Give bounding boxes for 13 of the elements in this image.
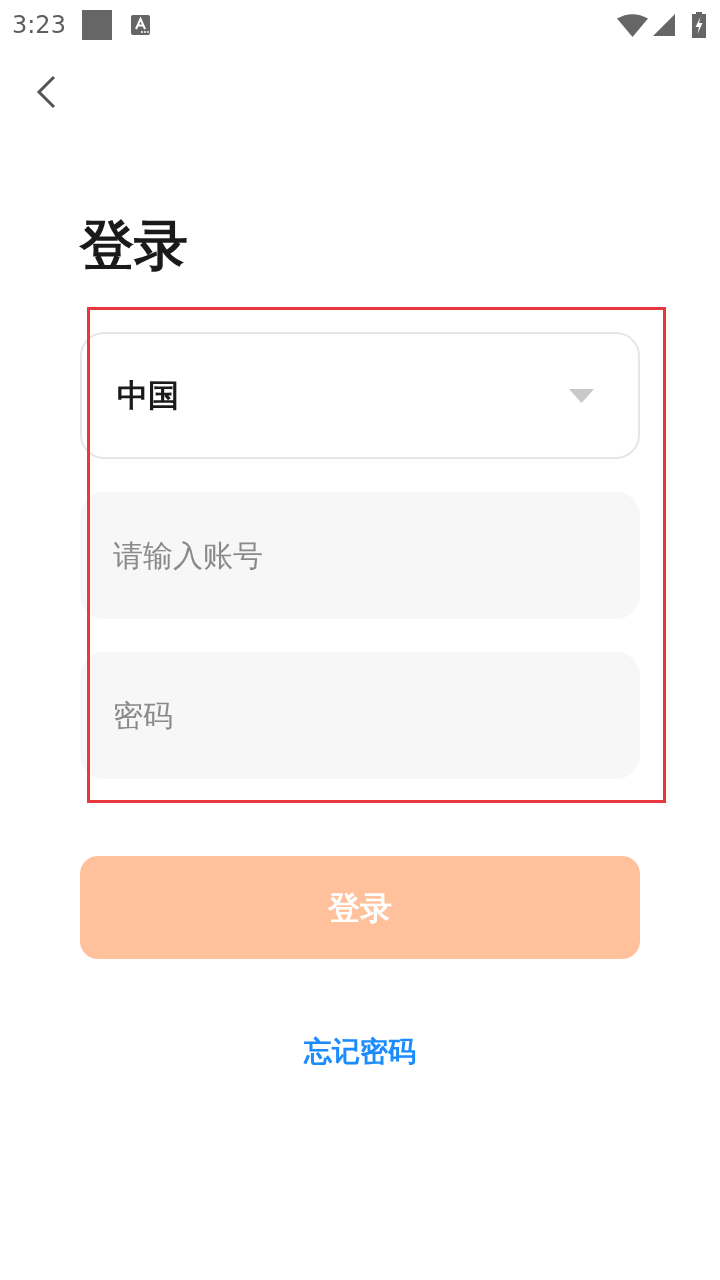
forgot-password-link[interactable]: 忘记密码	[304, 1032, 416, 1072]
account-field[interactable]: 请输入账号	[80, 492, 640, 619]
signal-icon	[653, 14, 675, 36]
caret-down-icon	[569, 388, 594, 403]
page-title: 登录	[80, 214, 189, 278]
notification-square-icon	[81, 10, 112, 40]
wifi-icon	[617, 13, 648, 37]
battery-charging-icon	[692, 12, 706, 38]
country-dropdown[interactable]: 中国	[80, 332, 640, 459]
back-icon	[36, 75, 56, 109]
status-time: 3:23	[12, 13, 66, 37]
a-letter-icon	[130, 15, 150, 35]
password-field[interactable]: 密码	[80, 652, 640, 779]
